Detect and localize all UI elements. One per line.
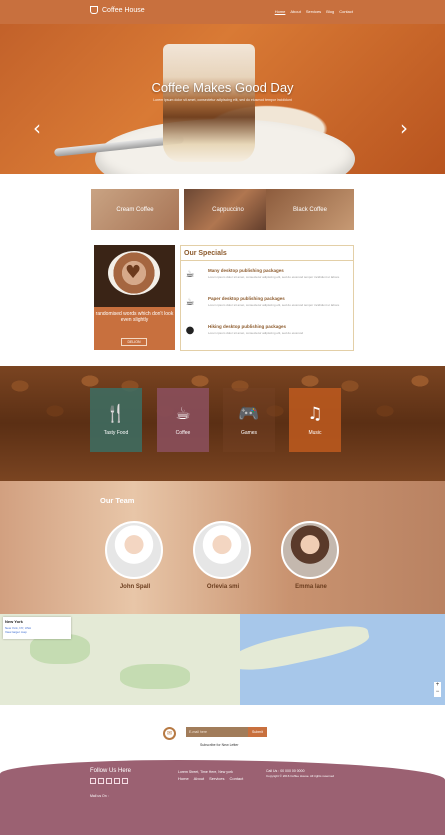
main-nav: Home About Services Blog Contact [275, 9, 353, 14]
tile-cream-coffee[interactable]: Cream Coffee [91, 189, 179, 230]
team-title: Our Team [100, 496, 135, 505]
footer-link-about[interactable]: About [194, 776, 204, 781]
avatar [105, 521, 163, 579]
top-nav-bar: Coffee House Home About Services Blog Co… [0, 0, 445, 24]
slider-next-icon[interactable]: › [400, 116, 408, 140]
team-member[interactable]: Orlevia smi [193, 521, 253, 590]
service-music[interactable]: ♫ Music [289, 388, 341, 452]
map-info-card: New York New York, NY, USA View larger m… [3, 617, 71, 639]
subscribe-text: Subscribe for New Letter [200, 743, 239, 747]
gamepad-icon: 🎮 [238, 404, 260, 424]
hero-subtitle: Lorem ipsum dolor sit amet, consectetur … [153, 98, 292, 102]
footer: Follow Us Here Mail us On : Lorem Street… [0, 760, 445, 835]
service-label: Tasty Food [103, 430, 129, 436]
coffee-cup-icon [90, 6, 98, 14]
service-games[interactable]: 🎮 Games [223, 388, 275, 452]
nav-contact[interactable]: Contact [339, 9, 353, 14]
footer-link-contact[interactable]: Contact [229, 776, 243, 781]
special-body: Lorem ipsum dolor sit amet, consectetur … [208, 275, 340, 279]
service-coffee[interactable]: ☕ Coffee [157, 388, 209, 452]
hero-slider: Coffee Makes Good Day Lorem ipsum dolor … [0, 24, 445, 174]
follow-heading: Follow Us Here [90, 768, 132, 774]
member-name: John Spall [119, 584, 151, 590]
special-item[interactable]: ☕ Many desktop publishing packages Lorem… [181, 264, 353, 288]
tile-black-coffee[interactable]: Black Coffee [266, 189, 354, 230]
tile-label: Cappuccino [212, 206, 244, 213]
email-icon: ✉ [163, 727, 176, 740]
facebook-icon[interactable] [90, 778, 96, 784]
tile-label: Black Coffee [293, 206, 327, 213]
service-tasty-food[interactable]: 🍴 Tasty Food [90, 388, 142, 452]
plate-fork-knife-icon: 🍴 [105, 404, 127, 424]
map-larger-link[interactable]: View larger map [3, 630, 71, 634]
google-plus-icon[interactable] [106, 778, 112, 784]
tile-cappuccino[interactable]: Cappuccino [184, 189, 272, 230]
team-member[interactable]: Emma lane [281, 521, 341, 590]
brand-name: Coffee House [102, 6, 145, 14]
footer-links: Home About Services Contact [178, 776, 243, 781]
map-zoom-control[interactable]: + − [434, 682, 441, 697]
avatar [193, 521, 251, 579]
brand-logo[interactable]: Coffee House [90, 6, 145, 14]
service-label: Games [240, 430, 258, 436]
email-input[interactable]: E-mail here [186, 727, 248, 737]
hero-title: Coffee Makes Good Day [151, 80, 294, 95]
latte-art-image: ♥ [94, 245, 175, 307]
specials-title: Our Specials [184, 250, 227, 257]
service-label: Coffee [175, 430, 191, 436]
promo-card: ♥ randomised words which don't look even… [94, 245, 175, 350]
linkedin-icon[interactable] [114, 778, 120, 784]
social-icons [90, 778, 128, 784]
member-name: Orlevia smi [206, 584, 240, 590]
coffee-machine-icon: ☕ [185, 269, 195, 280]
member-name: Emma lane [295, 584, 327, 590]
footer-copyright: Copyright © 2016 Coffee House. All right… [266, 774, 335, 778]
team-section: Our Team John Spall Orlevia smi Emma lan… [0, 481, 445, 614]
music-note-icon: ♫ [307, 404, 323, 424]
coffee-cup-icon: ☕ [175, 404, 191, 424]
tile-label: Cream Coffee [116, 206, 154, 213]
promo-button[interactable]: DELION [121, 338, 147, 346]
promo-text: randomised words which don't look even s… [95, 311, 174, 323]
nav-about[interactable]: About [290, 9, 300, 14]
twitter-icon[interactable] [98, 778, 104, 784]
slider-prev-icon[interactable]: ‹ [33, 116, 41, 140]
team-member[interactable]: John Spall [105, 521, 165, 590]
footer-address: Lorem Street, Time Here, New york [178, 770, 233, 774]
special-item[interactable]: ● Hiking desktop publishing packages Lor… [181, 320, 353, 344]
special-item[interactable]: ☕ Paper desktop publishing packages Lore… [181, 292, 353, 316]
specials-panel: Our Specials ☕ Many desktop publishing p… [180, 245, 354, 351]
heart-icon: ♥ [125, 262, 142, 283]
embedded-map[interactable]: New York New York, NY, USA View larger m… [0, 614, 445, 705]
special-title: Many desktop publishing packages [208, 268, 284, 273]
map-place: New York [5, 619, 23, 624]
submit-button[interactable]: Submit [248, 727, 267, 737]
nav-services[interactable]: Services [306, 9, 321, 14]
footer-link-home[interactable]: Home [178, 776, 189, 781]
location-pin-icon: ● [185, 325, 195, 336]
divider [181, 260, 353, 261]
footer-phone: Call Us : 00 000 00 0000 [266, 769, 305, 773]
mail-label: Mail us On : [90, 794, 109, 798]
special-body: Lorem ipsum dolor sit amet, consectetur … [208, 303, 340, 307]
footer-link-services[interactable]: Services [209, 776, 224, 781]
rss-icon[interactable] [122, 778, 128, 784]
cup-icon: ☕ [185, 297, 195, 308]
map-park [120, 664, 190, 689]
special-title: Paper desktop publishing packages [208, 296, 285, 301]
map-land-long-island [228, 619, 372, 677]
coffee-glass-image [163, 44, 255, 162]
service-label: Music [308, 430, 322, 436]
special-title: Hiking desktop publishing packages [208, 324, 287, 329]
nav-home[interactable]: Home [275, 9, 286, 14]
special-body: Lorem ipsum dolor sit amet, consectetur … [208, 331, 304, 335]
avatar [281, 521, 339, 579]
nav-blog[interactable]: Blog [326, 9, 334, 14]
